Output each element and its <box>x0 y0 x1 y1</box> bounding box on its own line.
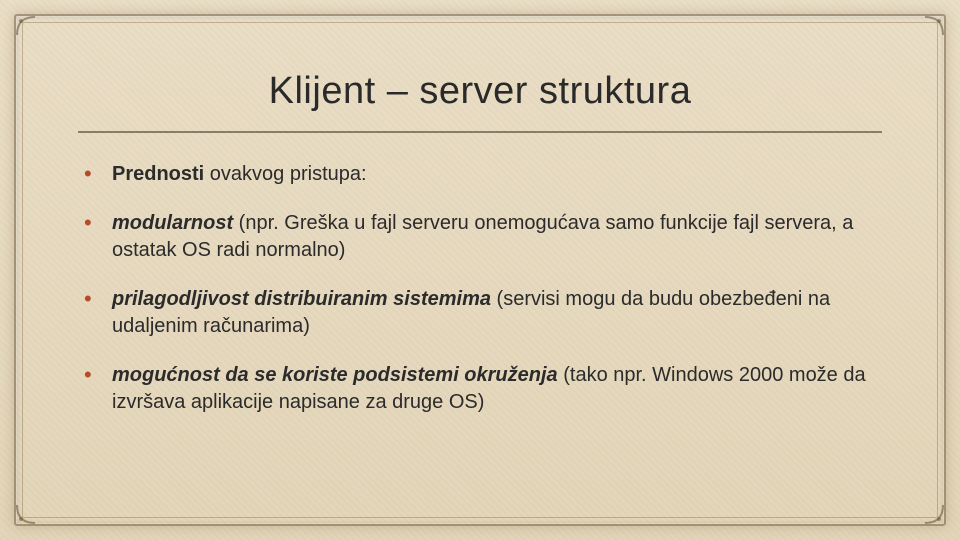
bullet-list: Prednosti ovakvog pristupa: modularnost … <box>60 161 900 416</box>
list-item: mogućnost da se koriste podsistemi okruž… <box>84 362 890 416</box>
bullet-bolditalic: prilagodljivost distribuiranim sistemima <box>112 288 491 310</box>
bullet-bolditalic: mogućnost da se koriste podsistemi okruž… <box>112 364 558 386</box>
bullet-bolditalic: modularnost <box>112 212 233 234</box>
bullet-text: ovakvog pristupa: <box>204 163 366 185</box>
list-item: prilagodljivost distribuiranim sistemima… <box>84 286 890 340</box>
bullet-bold: Prednosti <box>112 163 204 185</box>
slide-content: Klijent – server struktura Prednosti ova… <box>0 0 960 540</box>
list-item: Prednosti ovakvog pristupa: <box>84 161 890 188</box>
list-item: modularnost (npr. Greška u fajl serveru … <box>84 210 890 264</box>
slide-title: Klijent – server struktura <box>60 70 900 113</box>
title-divider <box>78 131 882 133</box>
